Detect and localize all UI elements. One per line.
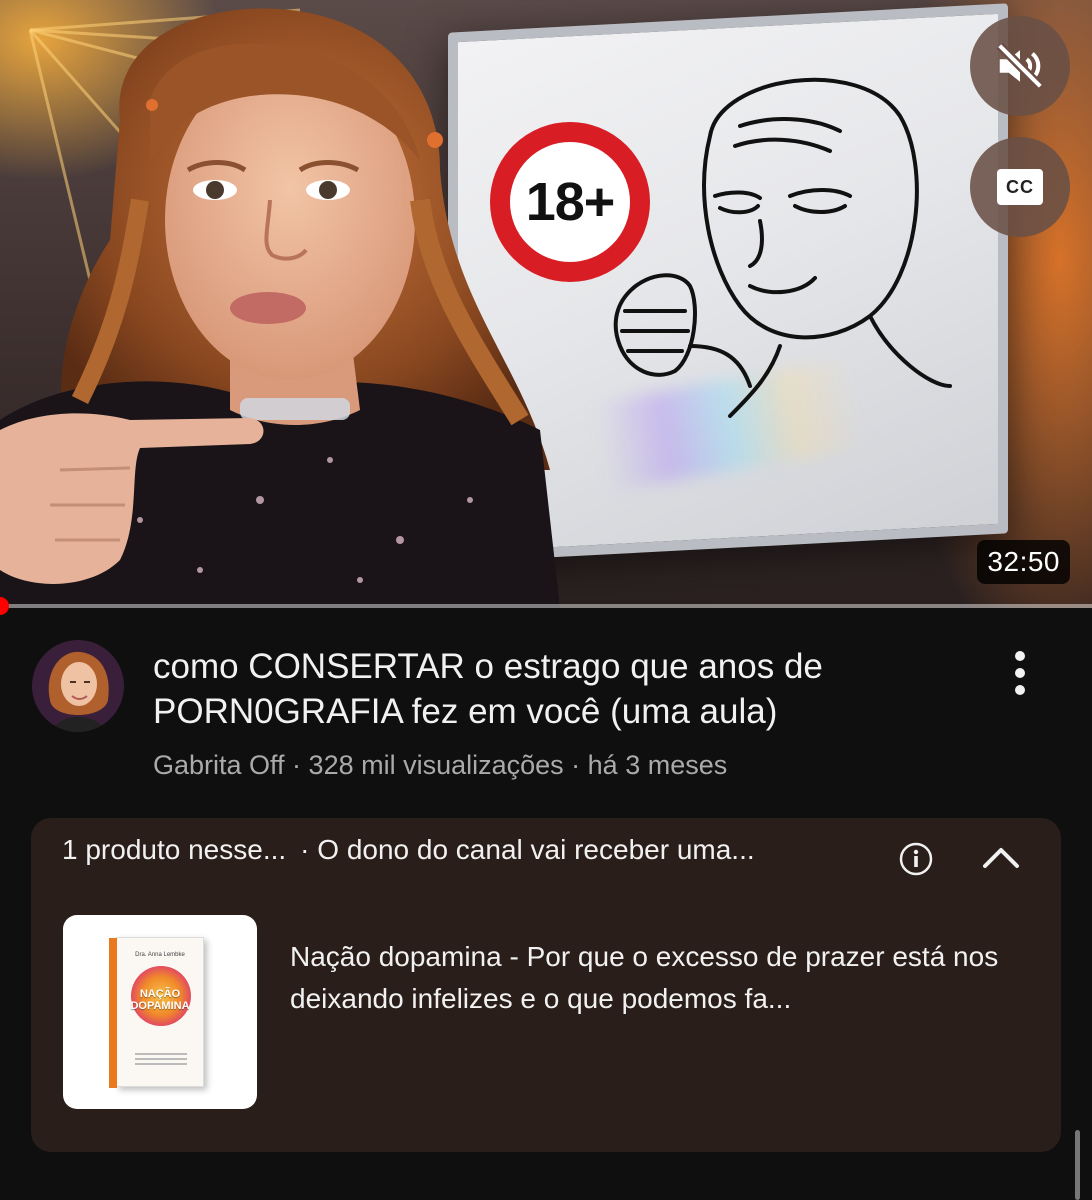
captions-button[interactable]: CC [970,137,1070,237]
book-author: Dra. Anna Lembke [135,952,185,958]
presenter-image [0,8,560,608]
channel-avatar[interactable] [32,640,124,732]
scrollbar[interactable] [1075,1130,1080,1200]
meme-face-drawing [613,77,952,418]
volume-muted-icon [996,42,1044,90]
product-disclosure-label: · O dono do canal vai receber uma... [300,834,755,865]
book-title: NAÇÃO DOPAMINA [130,988,190,1012]
product-shelf-header: 1 produto nesse... · O dono do canal vai … [62,834,755,866]
info-icon[interactable] [899,842,933,876]
avatar-image [32,640,124,732]
video-meta: Gabrita Off · 328 mil visualizações · há… [153,750,728,780]
video-player[interactable]: 18+ CC 32:50 [0,0,1092,608]
chevron-up-icon[interactable] [981,842,1021,872]
captions-icon: CC [997,169,1043,205]
product-shelf[interactable]: 1 produto nesse... · O dono do canal vai … [31,818,1061,1152]
more-vert-icon[interactable] [1000,648,1040,698]
book-cover: Dra. Anna Lembke NAÇÃO DOPAMINA [109,937,204,1088]
product-count-label: 1 produto nesse... [62,834,287,865]
product-thumbnail[interactable]: Dra. Anna Lembke NAÇÃO DOPAMINA [63,915,257,1109]
product-description[interactable]: Nação dopamina - Por que o excesso de pr… [290,936,1030,1020]
duration-badge: 32:50 [977,540,1070,584]
mute-button[interactable] [970,16,1070,116]
progress-bar[interactable] [0,604,1092,608]
video-title[interactable]: como CONSERTAR o estrago que anos de POR… [153,644,973,734]
